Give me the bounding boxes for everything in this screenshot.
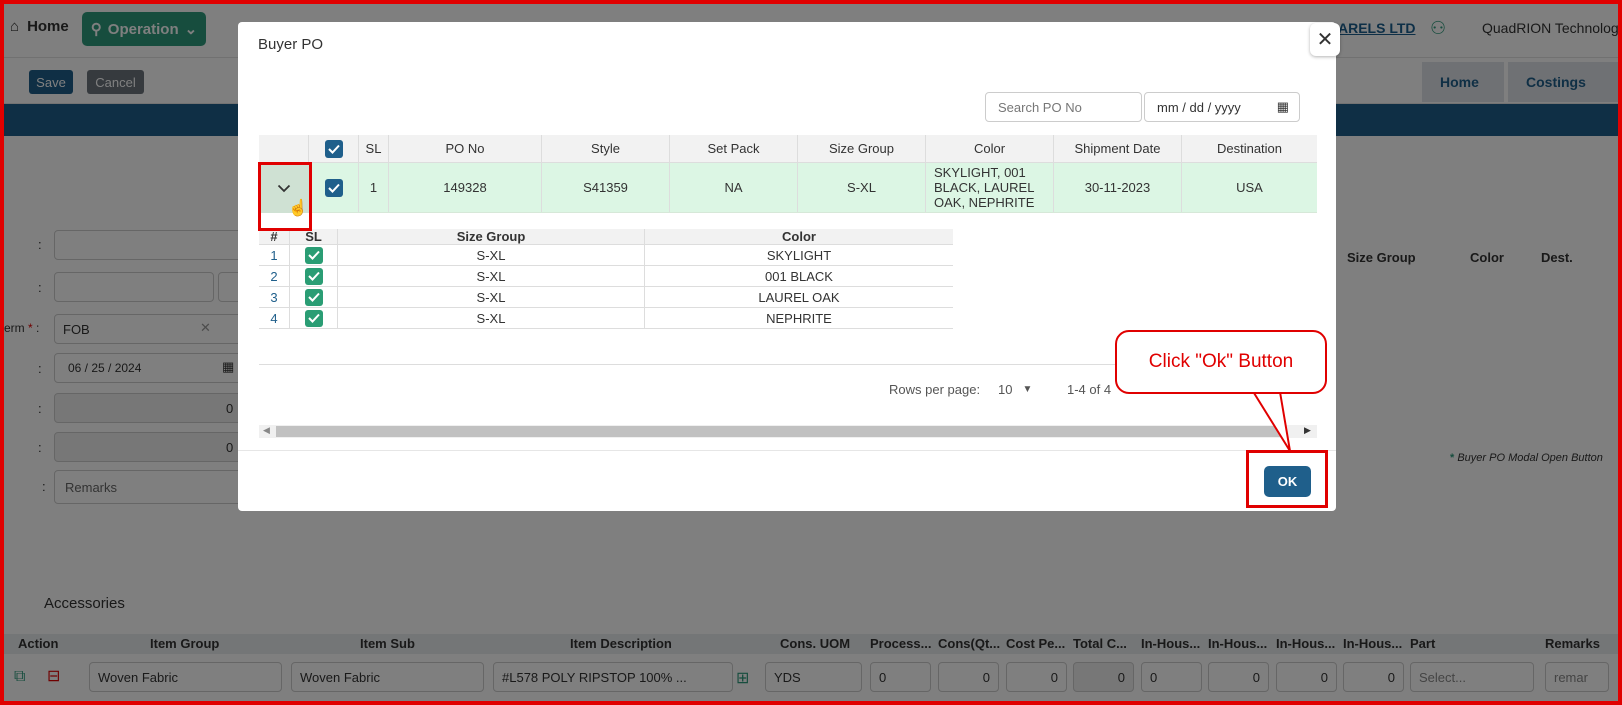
instruction-callout: Click "Ok" Button: [1115, 330, 1327, 394]
callout-pointer: [1253, 391, 1291, 452]
